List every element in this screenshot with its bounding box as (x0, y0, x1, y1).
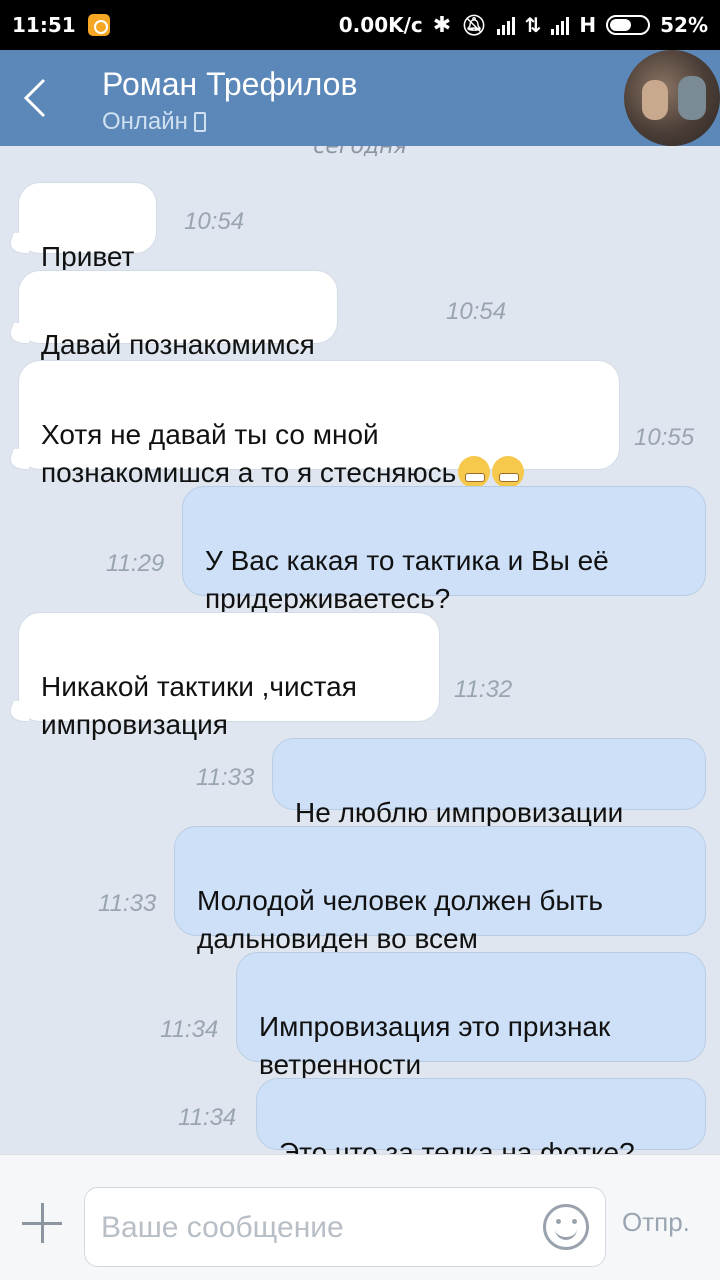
message-time: 11:34 (160, 1016, 219, 1043)
message-text: Хотя не давай ты со мной познакомишся а … (41, 419, 457, 488)
contact-name[interactable]: Роман Трефилов (102, 66, 357, 103)
battery-icon (606, 15, 651, 35)
signal-icon (496, 15, 515, 35)
message-input-container[interactable] (84, 1187, 606, 1267)
message-bubble-outgoing[interactable]: Не люблю импровизации (272, 738, 706, 828)
message-bubble-outgoing[interactable]: Молодой человек должен быть дальновиден … (174, 826, 706, 954)
message-time: 11:33 (196, 764, 255, 791)
mobile-phone-icon (193, 112, 206, 132)
message-list[interactable]: сегодня Привет 10:54 Давай познакомимся … (0, 146, 720, 1154)
online-status-label: Онлайн (102, 108, 188, 135)
message-text: Это что за телка на фотке? (279, 1137, 635, 1154)
emoji-smile-icon[interactable] (543, 1204, 589, 1250)
message-input[interactable] (101, 1206, 521, 1250)
message-time: 11:32 (454, 676, 513, 703)
message-text: Не люблю импровизации (295, 797, 624, 828)
message-time: 10:54 (446, 298, 507, 325)
message-time: 11:29 (106, 550, 165, 577)
message-text: Никакой тактики ,чистая импровизация (41, 671, 357, 740)
grin-emoji-icon (492, 456, 525, 488)
attach-plus-icon[interactable] (22, 1203, 62, 1243)
message-time: 11:33 (98, 890, 157, 917)
mute-bell-icon: 🔕︎ (461, 13, 487, 37)
message-text: Молодой человек должен быть дальновиден … (197, 885, 603, 954)
message-bubble-incoming[interactable]: Давай познакомимся (18, 270, 338, 398)
message-bubble-outgoing[interactable]: Импровизация это признак ветренности (236, 952, 706, 1080)
message-text: Привет (41, 241, 135, 272)
message-text: Импровизация это признак ветренности (259, 1011, 611, 1080)
battery-percent: 52% (660, 13, 708, 37)
date-separator: сегодня (313, 146, 407, 159)
notification-app-icon (87, 14, 110, 36)
chat-header: Роман Трефилов Онлайн (0, 50, 720, 146)
message-bubble-incoming[interactable]: Хотя не давай ты со мной познакомишся а … (18, 360, 620, 488)
message-time: 10:55 (634, 424, 695, 451)
message-bubble-outgoing[interactable]: Это что за телка на фотке? (256, 1078, 706, 1154)
bluetooth-icon: ✱ (432, 12, 452, 38)
message-composer: Отпр. (0, 1154, 720, 1280)
status-time: 11:51 (12, 13, 76, 37)
message-text: У Вас какая то тактика и Вы её придержив… (205, 545, 609, 614)
message-bubble-outgoing[interactable]: У Вас какая то тактика и Вы её придержив… (182, 486, 706, 614)
message-bubble-incoming[interactable]: Привет (18, 182, 158, 272)
send-button[interactable]: Отпр. (622, 1207, 690, 1238)
smirk-emoji-icon (458, 456, 491, 488)
contact-status: Онлайн (102, 108, 206, 136)
contact-avatar[interactable] (624, 50, 720, 146)
message-bubble-incoming[interactable]: Никакой тактики ,чистая импровизация (18, 612, 440, 740)
status-bar: 11:51 0.00K/c ✱ 🔕︎ ⇅ H 52% (0, 0, 720, 50)
message-time: 11:34 (178, 1104, 237, 1131)
signal-icon-2 (551, 15, 570, 35)
data-transfer-icon: ⇅ (524, 13, 542, 37)
network-type: H (579, 13, 597, 37)
network-speed: 0.00K/c (338, 13, 423, 37)
message-text: Давай познакомимся (41, 329, 315, 360)
message-time: 10:54 (184, 208, 245, 235)
back-arrow-icon[interactable] (20, 78, 56, 118)
